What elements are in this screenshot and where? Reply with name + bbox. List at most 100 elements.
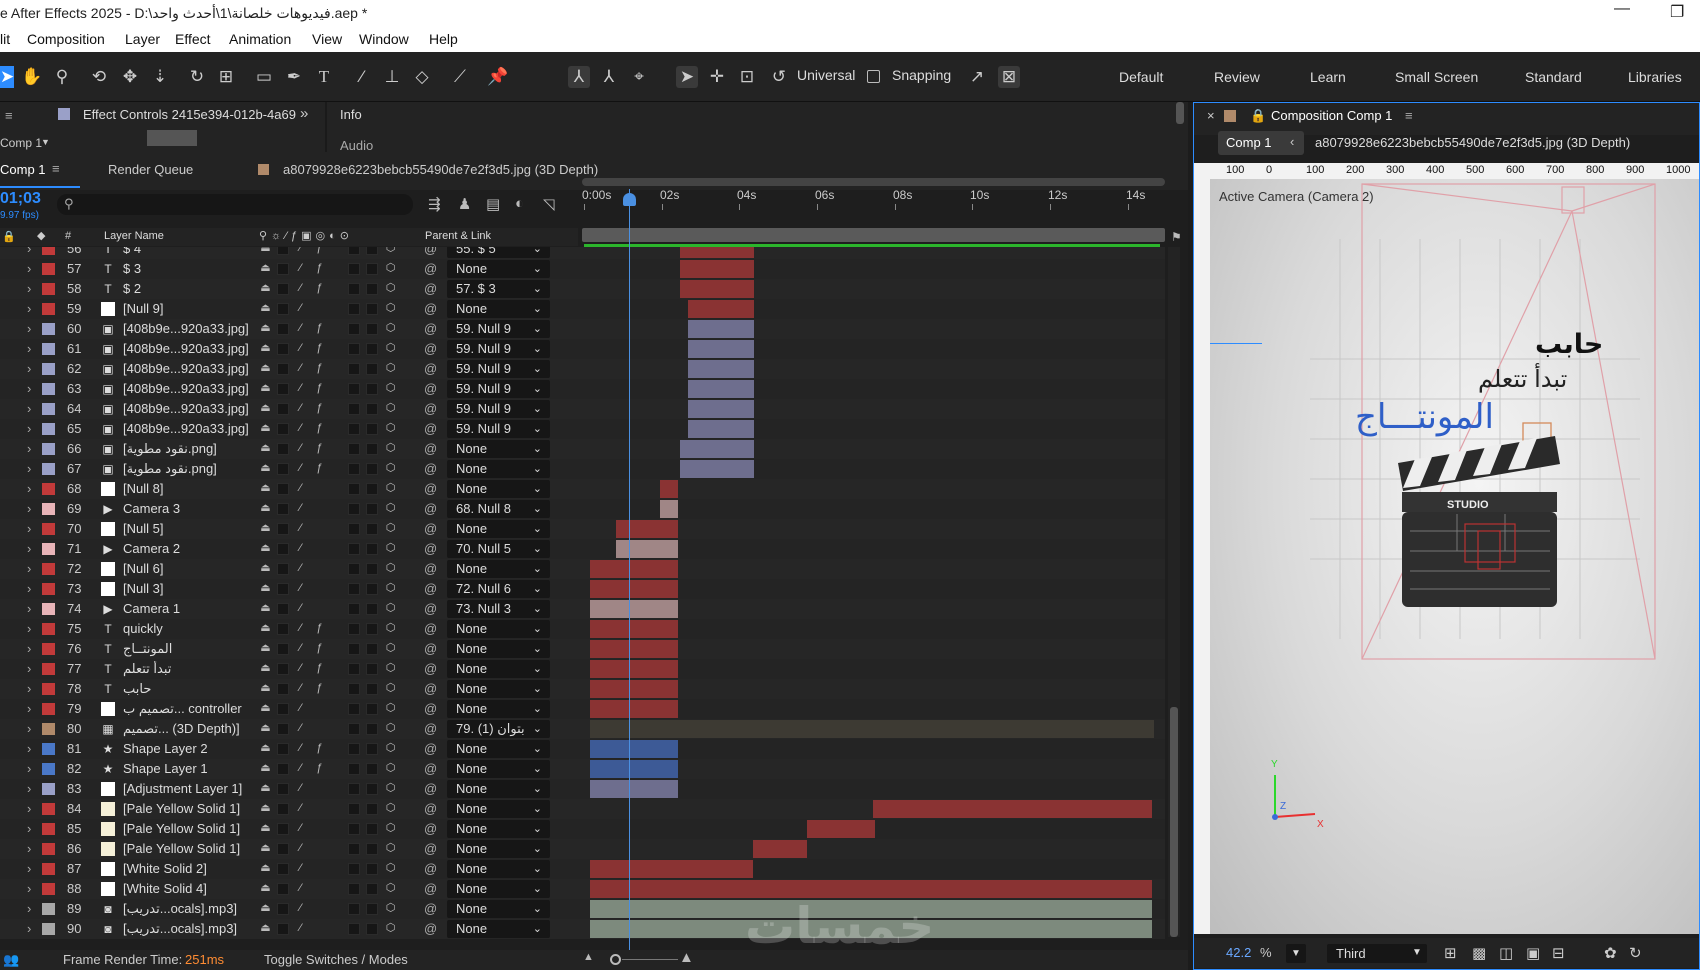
parent-dropdown[interactable]: 59. Null 9 ⌄ xyxy=(447,320,550,338)
collapse-switch[interactable] xyxy=(277,823,289,835)
layer-row[interactable]: › 62 ▣ [408b9e...920a33.jpg] ⏏ ⁄ ƒ ⬡ @59. Null 9… xyxy=(0,359,1165,379)
3d-layer-icon[interactable]: ⬡ xyxy=(384,902,397,915)
close-panel-icon[interactable]: × xyxy=(1207,108,1215,123)
effect-value-slider[interactable] xyxy=(147,130,197,146)
motion-blur-switch[interactable] xyxy=(348,247,360,255)
menu-effect[interactable]: Effect xyxy=(175,31,211,47)
shy-switch-icon[interactable]: ⏏ xyxy=(259,582,272,595)
label-color-swatch[interactable] xyxy=(42,923,55,935)
adjustment-switch[interactable] xyxy=(366,863,378,875)
shy-switch-icon[interactable]: ⏏ xyxy=(259,822,272,835)
layer-duration-bar[interactable] xyxy=(688,300,754,318)
pick-whip-icon[interactable]: @ xyxy=(424,581,439,596)
workspace-default[interactable]: Default xyxy=(1119,69,1163,85)
motion-blur-switch[interactable] xyxy=(348,383,360,395)
layer-row[interactable]: › 83 [Adjustment Layer 1] ⏏ ⁄ ⬡ @ None ⌄ xyxy=(0,779,1165,799)
dolly-camera-icon[interactable]: ⇣ xyxy=(149,66,171,88)
shy-switch-icon[interactable]: ⏏ xyxy=(259,622,272,635)
label-color-swatch[interactable] xyxy=(42,303,55,315)
3d-layer-icon[interactable]: ⬡ xyxy=(384,247,397,255)
collapse-switch[interactable] xyxy=(277,523,289,535)
layer-name-column[interactable]: Layer Name xyxy=(104,230,164,242)
pick-whip-icon[interactable]: @ xyxy=(424,741,439,756)
collapse-switch[interactable] xyxy=(277,683,289,695)
workspace-learn[interactable]: Learn xyxy=(1310,69,1346,85)
motion-blur-switch[interactable] xyxy=(348,763,360,775)
tab-menu-icon[interactable]: ≡ xyxy=(52,161,60,176)
3d-layer-icon[interactable]: ⬡ xyxy=(384,462,397,475)
tab-comp-1[interactable]: Comp 1 xyxy=(0,162,46,177)
adjustment-switch[interactable] xyxy=(366,443,378,455)
comp-flowchart-icon[interactable]: ⇶ xyxy=(428,195,441,213)
fx-switch-icon[interactable] xyxy=(313,782,326,795)
quality-switch-icon[interactable]: ⁄ xyxy=(294,862,307,875)
pick-whip-icon[interactable]: @ xyxy=(424,841,439,856)
expand-arrow-icon[interactable]: › xyxy=(27,681,31,696)
expand-arrow-icon[interactable]: › xyxy=(27,721,31,736)
fx-switch-icon[interactable]: ƒ xyxy=(313,622,326,635)
parent-dropdown[interactable]: None ⌄ xyxy=(447,640,550,658)
expand-arrow-icon[interactable]: › xyxy=(27,741,31,756)
adjustment-switch[interactable] xyxy=(366,323,378,335)
fx-switch-icon[interactable] xyxy=(313,802,326,815)
collapse-switch[interactable] xyxy=(277,863,289,875)
comp-text-2[interactable]: تبدأ تتعلم xyxy=(1478,365,1567,394)
3d-layer-icon[interactable]: ⬡ xyxy=(384,262,397,275)
motion-blur-switch[interactable] xyxy=(348,563,360,575)
pick-whip-icon[interactable]: @ xyxy=(424,721,439,736)
3d-layer-icon[interactable]: ⬡ xyxy=(384,862,397,875)
3d-layer-icon[interactable]: ⬡ xyxy=(384,682,397,695)
collapse-switch[interactable] xyxy=(277,403,289,415)
layer-name[interactable]: $ 4 xyxy=(123,247,263,256)
fx-switch-icon[interactable] xyxy=(313,302,326,315)
shy-switch-icon[interactable]: ⏏ xyxy=(259,442,272,455)
local-axis-icon[interactable]: ⅄ xyxy=(568,66,590,88)
collapse-switch[interactable] xyxy=(277,563,289,575)
expand-arrow-icon[interactable]: › xyxy=(27,541,31,556)
motion-blur-switch[interactable] xyxy=(348,283,360,295)
motion-blur-switch[interactable] xyxy=(348,503,360,515)
motion-blur-switch[interactable] xyxy=(348,903,360,915)
label-color-swatch[interactable] xyxy=(42,723,55,735)
layer-duration-bar[interactable] xyxy=(616,520,678,538)
expand-arrow-icon[interactable]: › xyxy=(27,461,31,476)
adjustment-switch[interactable] xyxy=(366,883,378,895)
expand-arrow-icon[interactable]: › xyxy=(27,441,31,456)
shy-switch-icon[interactable]: ⏏ xyxy=(259,642,272,655)
expand-arrow-icon[interactable]: › xyxy=(27,601,31,616)
layer-duration-bar[interactable] xyxy=(590,740,678,758)
collapse-switch[interactable] xyxy=(277,883,289,895)
layer-row[interactable]: › 77 T تبدأ تتعلم ⏏ ⁄ ƒ ⬡ @ None ⌄ xyxy=(0,659,1165,679)
quality-switch-icon[interactable]: ⁄ xyxy=(294,322,307,335)
motion-blur-switch[interactable] xyxy=(348,423,360,435)
quality-switch-icon[interactable]: ⁄ xyxy=(294,742,307,755)
pick-whip-icon[interactable]: @ xyxy=(424,421,439,436)
adjustment-switch[interactable] xyxy=(366,703,378,715)
adjustment-switch[interactable] xyxy=(366,247,378,255)
collapse-switch[interactable] xyxy=(277,663,289,675)
parent-dropdown[interactable]: 57. $ 3 ⌄ xyxy=(447,280,550,298)
expand-arrow-icon[interactable]: › xyxy=(27,381,31,396)
layer-duration-bar[interactable] xyxy=(590,760,678,778)
shy-switch-icon[interactable]: ⏏ xyxy=(259,722,272,735)
layer-row[interactable]: › 70 [Null 5] ⏏ ⁄ ⬡ @ None ⌄ xyxy=(0,519,1165,539)
label-color-swatch[interactable] xyxy=(42,643,55,655)
world-axis-icon[interactable]: ⅄ xyxy=(598,66,620,88)
collapse-switch[interactable] xyxy=(277,503,289,515)
layer-name[interactable]: [408b9e...920a33.jpg] xyxy=(123,321,263,336)
adjustment-switch[interactable] xyxy=(366,463,378,475)
layer-row[interactable]: › 78 T حابب ⏏ ⁄ ƒ ⬡ @ None ⌄ xyxy=(0,679,1165,699)
3d-layer-icon[interactable]: ⬡ xyxy=(384,742,397,755)
collapse-switch[interactable] xyxy=(277,323,289,335)
parent-dropdown[interactable]: None ⌄ xyxy=(447,440,550,458)
workspace-review[interactable]: Review xyxy=(1214,69,1260,85)
shy-switch-icon[interactable]: ⏏ xyxy=(259,862,272,875)
brush-tool-icon[interactable]: ⁄ xyxy=(351,66,373,88)
layer-duration-bar[interactable] xyxy=(807,820,875,838)
adjustment-switch[interactable] xyxy=(366,743,378,755)
label-color-swatch[interactable] xyxy=(42,463,55,475)
quality-switch-icon[interactable]: ⁄ xyxy=(294,462,307,475)
collapse-switch[interactable] xyxy=(277,383,289,395)
3d-layer-icon[interactable]: ⬡ xyxy=(384,322,397,335)
layer-row[interactable]: › 67 ▣ [نقود مطوية.png] ⏏ ⁄ ƒ ⬡ @ None ⌄ xyxy=(0,459,1165,479)
